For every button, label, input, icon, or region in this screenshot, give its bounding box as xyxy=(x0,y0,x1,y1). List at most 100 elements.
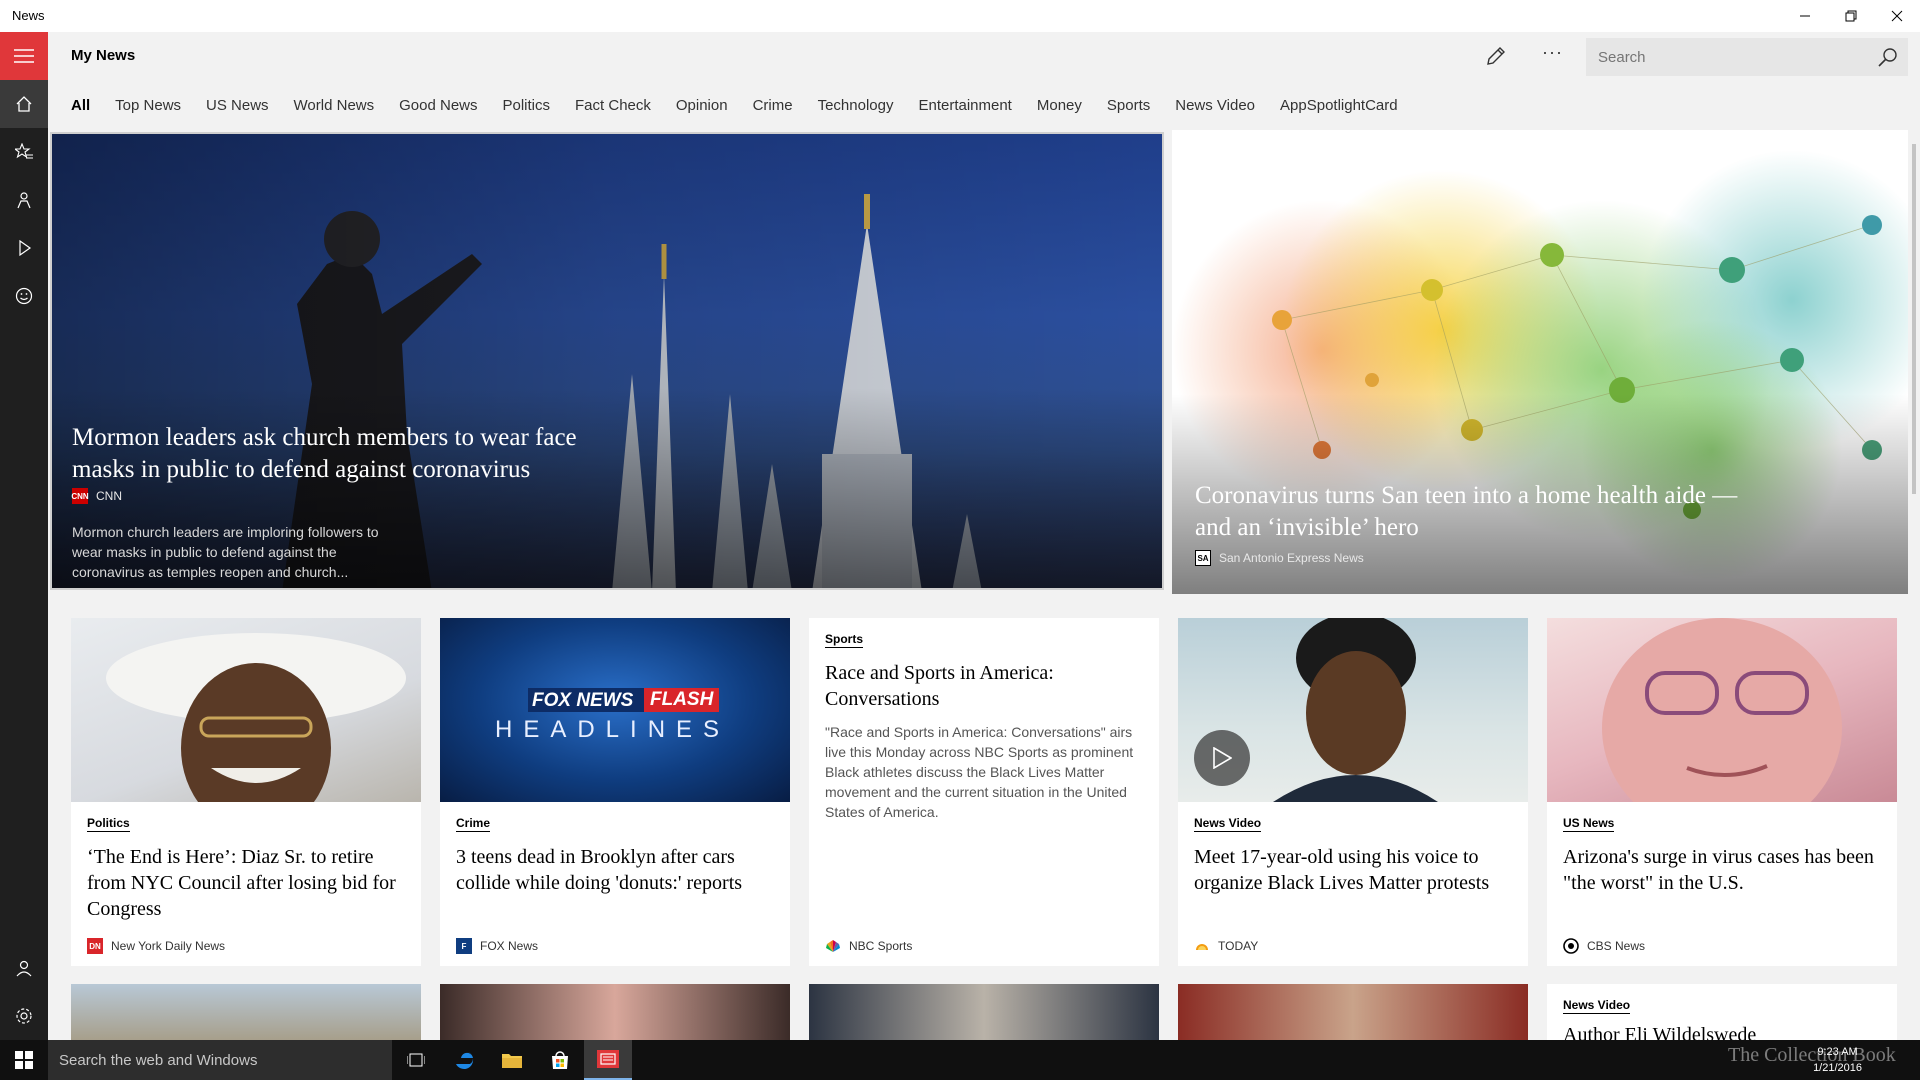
edge-icon xyxy=(456,1050,474,1069)
search-box[interactable] xyxy=(1586,38,1908,76)
hero-article-1[interactable]: Mormon leaders ask church members to wea… xyxy=(50,132,1164,590)
tab-technology[interactable]: Technology xyxy=(818,97,894,114)
article-category[interactable]: Politics xyxy=(87,816,130,832)
tab-politics[interactable]: Politics xyxy=(503,97,551,114)
nav-account[interactable] xyxy=(0,944,48,992)
app-name: News xyxy=(12,8,45,23)
tab-all[interactable]: All xyxy=(71,97,90,114)
tab-fact-check[interactable]: Fact Check xyxy=(575,97,651,114)
tab-entertainment[interactable]: Entertainment xyxy=(918,97,1011,114)
home-icon xyxy=(16,96,32,112)
local-icon xyxy=(17,192,31,209)
taskbar-search[interactable]: Search the web and Windows xyxy=(48,1040,392,1080)
search-icon[interactable] xyxy=(1878,47,1898,67)
close-button[interactable] xyxy=(1874,0,1920,32)
tab-top-news[interactable]: Top News xyxy=(115,97,181,114)
article-image xyxy=(440,984,790,1040)
smiley-icon xyxy=(15,287,33,305)
scrollbar[interactable] xyxy=(1908,130,1920,1040)
tab-good-news[interactable]: Good News xyxy=(399,97,477,114)
headlines-text: HEADLINES xyxy=(495,716,731,743)
article-card[interactable] xyxy=(71,984,421,1040)
article-card[interactable] xyxy=(809,984,1159,1040)
tab-crime[interactable]: Crime xyxy=(753,97,793,114)
nav-settings[interactable] xyxy=(0,992,48,1040)
hero-source: CNN CNN xyxy=(71,488,122,504)
article-headline[interactable]: Arizona's surge in virus cases has been … xyxy=(1563,844,1885,896)
person-icon xyxy=(16,960,32,977)
article-headline[interactable]: Meet 17-year-old using his voice to orga… xyxy=(1194,844,1516,896)
tab-money[interactable]: Money xyxy=(1037,97,1082,114)
article-image xyxy=(71,984,421,1040)
nav-interests[interactable] xyxy=(0,128,48,176)
task-view-button[interactable] xyxy=(392,1040,440,1080)
page-title: My News xyxy=(71,47,136,64)
search-input[interactable] xyxy=(1586,38,1866,76)
article-category[interactable]: News Video xyxy=(1194,816,1262,832)
start-button[interactable] xyxy=(0,1040,48,1080)
news-app-button[interactable] xyxy=(584,1040,632,1080)
nav-local[interactable] xyxy=(0,176,48,224)
article-image xyxy=(71,618,421,802)
title-bar: News xyxy=(0,0,1920,32)
header: My News ··· xyxy=(48,32,1920,80)
fox-news-text: FOX NEWS xyxy=(532,690,634,711)
minimize-button[interactable] xyxy=(1782,0,1828,32)
article-card[interactable] xyxy=(440,984,790,1040)
article-category[interactable]: Crime xyxy=(456,816,491,832)
article-card[interactable]: Politics ‘The End is Here’: Diaz Sr. to … xyxy=(71,618,421,966)
file-explorer-button[interactable] xyxy=(488,1040,536,1080)
scrollbar-thumb[interactable] xyxy=(1912,144,1916,494)
article-summary: "Race and Sports in America: Conversatio… xyxy=(825,724,1134,820)
article-headline-partial[interactable]: Author Eli Wildelswede xyxy=(1563,1022,1885,1040)
nav-feedback[interactable] xyxy=(0,272,48,320)
restore-icon xyxy=(1845,10,1857,22)
article-card[interactable]: US News Arizona's surge in virus cases h… xyxy=(1547,618,1897,966)
article-headline[interactable]: ‘The End is Here’: Diaz Sr. to retire fr… xyxy=(87,844,409,922)
left-nav xyxy=(0,32,48,1040)
star-list-icon xyxy=(15,143,33,159)
express-news-logo-icon: SA xyxy=(1195,550,1211,566)
hero2-source-name: San Antonio Express News xyxy=(1219,551,1364,565)
windows-logo-icon xyxy=(15,1051,33,1069)
hero-headline[interactable]: Mormon leaders ask church members to wea… xyxy=(72,422,632,486)
hamburger-menu-button[interactable] xyxy=(0,32,48,80)
category-tabs: All Top News US News World News Good New… xyxy=(48,80,1920,130)
article-source: CBS News xyxy=(1563,938,1645,954)
article-headline[interactable]: Race and Sports in America: Conversation… xyxy=(825,660,1147,712)
play-video-button[interactable] xyxy=(1194,730,1250,786)
tab-opinion[interactable]: Opinion xyxy=(676,97,728,114)
restore-button[interactable] xyxy=(1828,0,1874,32)
nav-video[interactable] xyxy=(0,224,48,272)
edge-browser-button[interactable] xyxy=(440,1040,488,1080)
article-image xyxy=(1178,984,1528,1040)
tab-app-spotlight[interactable]: AppSpotlightCard xyxy=(1280,97,1398,114)
article-image: FOX NEWS FLASH HEADLINES xyxy=(440,618,790,802)
tab-sports[interactable]: Sports xyxy=(1107,97,1150,114)
nav-home[interactable] xyxy=(0,80,48,128)
article-card[interactable]: FOX NEWS FLASH HEADLINES Crime 3 teens d… xyxy=(440,618,790,966)
minimize-icon xyxy=(1800,15,1810,17)
hero2-headline[interactable]: Coronavirus turns San teen into a home h… xyxy=(1195,480,1755,544)
watermark-text: The Collection Book xyxy=(1728,1044,1896,1066)
article-card[interactable]: News Video Meet 17-year-old using his vo… xyxy=(1178,618,1528,966)
fox-news-logo-icon: F xyxy=(456,938,472,954)
article-category[interactable]: News Video xyxy=(1563,998,1631,1014)
edit-button[interactable] xyxy=(1484,44,1508,68)
article-image xyxy=(1547,618,1897,802)
article-category[interactable]: Sports xyxy=(825,632,864,648)
article-source: F FOX News xyxy=(456,938,538,954)
tab-us-news[interactable]: US News xyxy=(206,97,269,114)
article-category[interactable]: US News xyxy=(1563,816,1615,832)
article-image xyxy=(1178,618,1528,802)
article-card[interactable] xyxy=(1178,984,1528,1040)
article-card[interactable]: Sports Race and Sports in America: Conve… xyxy=(809,618,1159,966)
hero-article-2[interactable]: Coronavirus turns San teen into a home h… xyxy=(1172,130,1908,594)
tab-news-video[interactable]: News Video xyxy=(1175,97,1255,114)
article-headline[interactable]: 3 teens dead in Brooklyn after cars coll… xyxy=(456,844,778,896)
tab-world-news[interactable]: World News xyxy=(294,97,375,114)
article-card[interactable]: News Video Author Eli Wildelswede xyxy=(1547,984,1897,1040)
more-options-button[interactable]: ··· xyxy=(1542,42,1563,63)
store-button[interactable] xyxy=(536,1040,584,1080)
article-source: NBC Sports xyxy=(825,938,912,954)
